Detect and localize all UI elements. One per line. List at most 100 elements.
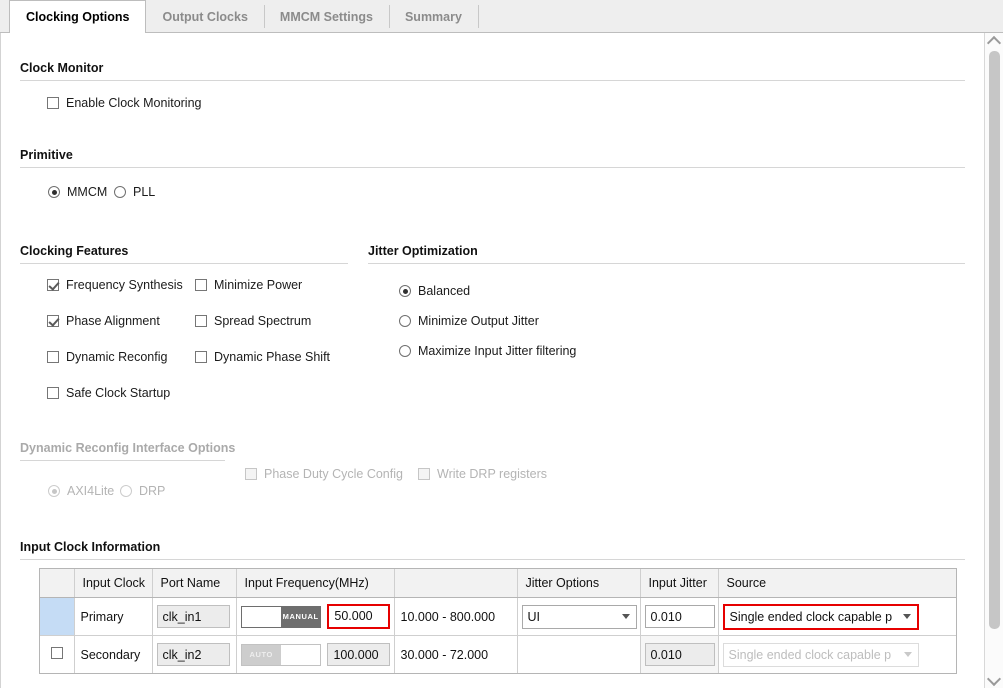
divider-clock-monitor: [20, 80, 965, 81]
frequency-mode-toggle-primary[interactable]: MANUAL: [240, 605, 322, 628]
frequency-mode-toggle-secondary: AUTO: [240, 643, 322, 666]
radio-drp: DRP: [120, 484, 165, 498]
checkbox-box: [418, 468, 430, 480]
table-header-row: Input Clock Port Name Input Frequency(MH…: [40, 569, 956, 598]
radio-label: DRP: [139, 484, 166, 498]
section-title-jitter-optimization: Jitter Optimization: [368, 244, 478, 258]
checkbox-box: [47, 279, 59, 291]
col-header-input-frequency: Input Frequency(MHz): [236, 569, 395, 598]
col-header-select: [40, 569, 75, 598]
radio-circle: [48, 186, 60, 198]
scrollbar-thumb[interactable]: [989, 51, 1000, 629]
cell-source-secondary: Single ended clock capable p: [718, 635, 956, 673]
cell-source-primary: Single ended clock capable p: [718, 597, 956, 636]
cell-input-clock-primary: Primary: [74, 597, 153, 636]
cell-port-name-primary: clk_in1: [152, 597, 237, 636]
chevron-down-icon: [897, 614, 917, 619]
divider-dynamic-reconfig: [20, 460, 225, 461]
tab-label: Summary: [404, 9, 462, 24]
checkbox-frequency-synthesis[interactable]: Frequency Synthesis: [47, 278, 183, 292]
frequency-input-primary[interactable]: 50.000: [327, 604, 390, 629]
input-jitter-field-primary[interactable]: 0.010: [644, 605, 715, 628]
checkbox-label: Frequency Synthesis: [66, 278, 183, 292]
checkbox-label: Spread Spectrum: [214, 314, 312, 328]
enable-secondary-checkbox[interactable]: [50, 647, 63, 659]
divider-jitter-optimization: [368, 263, 965, 264]
checkbox-safe-clock-startup[interactable]: Safe Clock Startup: [47, 386, 170, 400]
checkbox-label: Phase Alignment: [66, 314, 160, 328]
source-dropdown-primary[interactable]: Single ended clock capable p: [722, 603, 919, 630]
scroll-down-button[interactable]: [985, 671, 1003, 688]
section-title-clock-monitor: Clock Monitor: [20, 61, 104, 75]
tab-mmcm-settings[interactable]: MMCM Settings: [263, 0, 389, 33]
chevron-down-icon: [898, 652, 918, 657]
row-select-indicator-primary[interactable]: [40, 597, 75, 636]
radio-label: Balanced: [418, 284, 471, 298]
checkbox-box: [47, 387, 59, 399]
radio-label: MMCM: [67, 185, 108, 199]
checkbox-enable-clock-monitoring[interactable]: Enable Clock Monitoring: [47, 96, 202, 110]
tab-strip-filler: [477, 0, 1003, 33]
cell-input-clock-secondary: Secondary: [74, 635, 153, 673]
chevron-down-icon: [986, 671, 1002, 686]
radio-circle: [120, 485, 132, 497]
port-name-field-primary: clk_in1: [156, 605, 230, 628]
checkbox-spread-spectrum[interactable]: Spread Spectrum: [195, 314, 311, 328]
tab-label: Output Clocks: [162, 9, 248, 24]
radio-jitter-maximize-input-filtering[interactable]: Maximize Input Jitter filtering: [399, 344, 576, 358]
cell-input-jitter-primary: 0.010: [640, 597, 719, 636]
tab-label: MMCM Settings: [279, 9, 373, 24]
radio-label: Maximize Input Jitter filtering: [418, 344, 577, 358]
table-row-primary[interactable]: Primary clk_in1 MANUAL 50.000 10.000 - 8…: [40, 597, 956, 636]
checkbox-phase-alignment[interactable]: Phase Alignment: [47, 314, 160, 328]
vertical-scrollbar[interactable]: [984, 33, 1003, 688]
checkbox-box: [245, 468, 257, 480]
tab-clocking-options[interactable]: Clocking Options: [9, 0, 147, 33]
radio-circle: [399, 315, 411, 327]
tab-label: Clocking Options: [26, 10, 130, 24]
checkbox-box: [195, 315, 207, 327]
radio-jitter-minimize-output[interactable]: Minimize Output Jitter: [399, 314, 539, 328]
scroll-up-button[interactable]: [985, 33, 1003, 50]
tab-output-clocks[interactable]: Output Clocks: [146, 0, 263, 33]
checkbox-minimize-power[interactable]: Minimize Power: [195, 278, 302, 292]
checkbox-label: Write DRP registers: [437, 467, 547, 481]
input-jitter-field-secondary: 0.010: [644, 643, 715, 666]
clocking-options-panel: Clock Monitor Enable Clock Monitoring Pr…: [0, 32, 1003, 688]
row-checkbox-cell-secondary[interactable]: [40, 635, 75, 673]
jitter-options-dropdown-primary[interactable]: UI: [521, 604, 637, 629]
tab-summary[interactable]: Summary: [388, 0, 478, 33]
radio-label: AXI4Lite: [67, 484, 115, 498]
checkbox-write-drp-registers: Write DRP registers: [418, 467, 547, 481]
checkbox-box: [47, 315, 59, 327]
radio-circle: [48, 485, 60, 497]
cell-input-frequency-secondary: AUTO 100.000: [236, 635, 395, 673]
checkbox-label: Dynamic Phase Shift: [214, 350, 331, 364]
checkbox-dynamic-reconfig[interactable]: Dynamic Reconfig: [47, 350, 167, 364]
checkbox-dynamic-phase-shift[interactable]: Dynamic Phase Shift: [195, 350, 330, 364]
divider-primitive: [20, 167, 965, 168]
table-row-secondary[interactable]: Secondary clk_in2 AUTO 100.000 30.000 - …: [40, 635, 956, 673]
cell-jitter-options-secondary: [517, 635, 641, 673]
radio-jitter-balanced[interactable]: Balanced: [399, 284, 470, 298]
checkbox-box: [195, 279, 207, 291]
checkbox-box: [195, 351, 207, 363]
cell-input-jitter-secondary: 0.010: [640, 635, 719, 673]
toggle-label: MANUAL: [280, 606, 321, 627]
cell-jitter-options-primary: UI: [517, 597, 641, 636]
divider-clocking-features: [20, 263, 348, 264]
radio-circle: [399, 285, 411, 297]
radio-primitive-mmcm[interactable]: MMCM: [48, 185, 107, 199]
source-value: Single ended clock capable p: [728, 647, 892, 662]
toggle-knob: [280, 644, 321, 665]
checkbox-label: Minimize Power: [214, 278, 303, 292]
section-title-dynamic-reconfig-interface-options: Dynamic Reconfig Interface Options: [20, 441, 236, 455]
port-name-field-secondary: clk_in2: [156, 643, 230, 666]
toggle-knob: [241, 606, 281, 627]
radio-primitive-pll[interactable]: PLL: [114, 185, 155, 199]
radio-label: Minimize Output Jitter: [418, 314, 539, 328]
radio-circle: [114, 186, 126, 198]
checkbox-box: [47, 351, 59, 363]
chevron-down-icon: [616, 614, 636, 619]
frequency-input-secondary: 100.000: [327, 643, 390, 666]
